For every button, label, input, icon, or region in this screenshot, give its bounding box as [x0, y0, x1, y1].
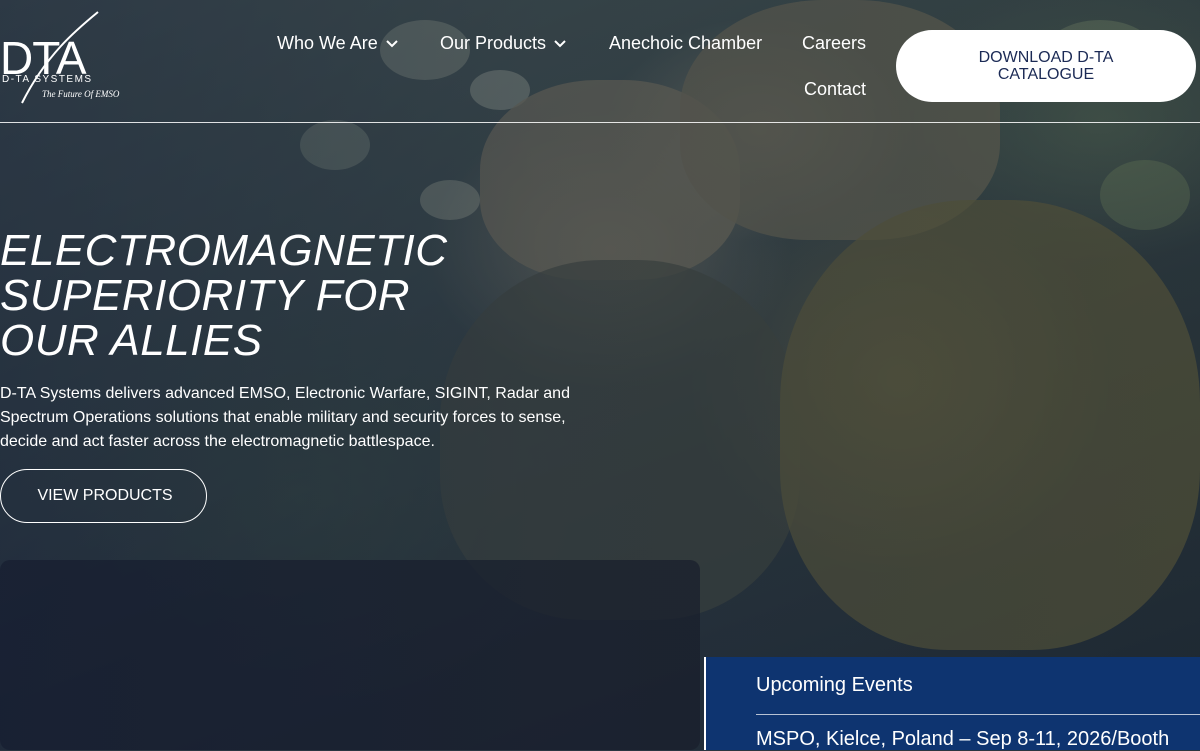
hero-title-line: ELECTROMAGNETIC	[0, 226, 448, 275]
events-divider	[756, 714, 1200, 715]
event-item[interactable]: MSPO, Kielce, Poland – Sep 8-11, 2026/Bo…	[756, 728, 1169, 751]
events-title: Upcoming Events	[756, 674, 913, 696]
header-divider	[0, 122, 1200, 123]
nav-item-label: Our Products	[440, 33, 547, 53]
nav-item-contact[interactable]: Contact	[804, 79, 866, 100]
hero-title-line: SUPERIORITY FOR	[0, 271, 411, 320]
chevron-down-icon	[386, 39, 398, 47]
nav-item-label: Who We Are	[277, 33, 378, 53]
nav-item-anechoic-chamber[interactable]: Anechoic Chamber	[609, 33, 762, 54]
nav-item-label: Anechoic Chamber	[609, 33, 763, 53]
nav-item-careers[interactable]: Careers	[802, 33, 866, 54]
hero-title: ELECTROMAGNETIC SUPERIORITY FOR OUR ALLI…	[0, 228, 560, 363]
nav-item-label: Contact	[804, 79, 867, 99]
hero-overlay	[0, 0, 1200, 750]
view-products-button[interactable]: VIEW PRODUCTS	[0, 469, 207, 523]
nav-item-who-we-are[interactable]: Who We Are	[277, 33, 398, 54]
chevron-down-icon	[554, 39, 566, 47]
download-catalogue-button[interactable]: DOWNLOAD D-TA CATALOGUE	[896, 30, 1196, 102]
logo-company-name: D-TA SYSTEMS	[2, 74, 93, 85]
company-logo[interactable]: DTA D-TA SYSTEMS The Future Of EMSO	[0, 10, 140, 105]
hero-title-line: OUR ALLIES	[0, 316, 263, 365]
nav-item-our-products[interactable]: Our Products	[440, 33, 566, 54]
hero-description: D-TA Systems delivers advanced EMSO, Ele…	[0, 385, 570, 450]
upcoming-events-panel: Upcoming Events MSPO, Kielce, Poland – S…	[704, 657, 1200, 750]
nav-item-label: Careers	[802, 33, 867, 53]
logo-tagline: The Future Of EMSO	[42, 89, 120, 99]
